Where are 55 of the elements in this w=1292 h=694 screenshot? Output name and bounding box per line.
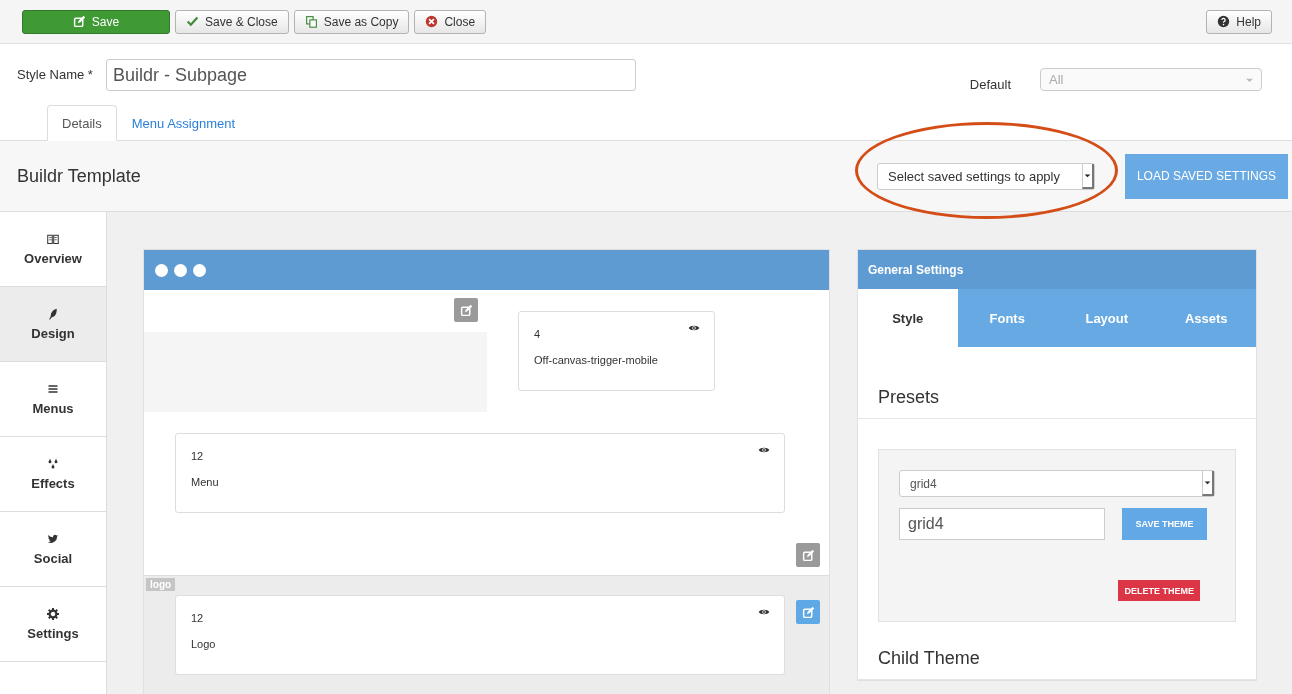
bird-icon [47,532,59,545]
toolbar-button[interactable]: Save & Close [175,9,289,34]
tab[interactable]: Menu Assignment [116,105,251,141]
field-label: Style Name * [17,67,94,82]
caret-icon [1203,478,1212,487]
sidebar-item[interactable]: Social [0,512,106,587]
settings-icon [47,607,59,620]
module-card[interactable]: 4 Off-canvas-trigger-mobile [518,311,715,391]
edit-button[interactable] [796,543,820,567]
sidebar-item[interactable]: Menus [0,362,106,437]
copy-icon [304,15,318,28]
toolbar-button[interactable]: Save as Copy [293,9,410,34]
tab[interactable]: Style [858,289,958,347]
help-button[interactable]: Help [1206,9,1272,34]
style-name-field[interactable]: Buildr - Subpage [106,59,636,91]
module-card[interactable]: 12 Logo [175,595,785,675]
tab[interactable]: Details [47,105,117,141]
edit-icon [801,605,815,619]
toolbar-button[interactable]: Close [414,9,487,34]
sidebar-item[interactable]: Settings [0,587,106,662]
feather-icon [47,307,59,320]
book-icon [47,232,59,245]
edit-button[interactable] [796,600,820,624]
module-size: 12 [191,450,204,462]
edit-icon [801,548,815,562]
delete-theme-button[interactable]: DELETE THEME [1118,580,1200,601]
module-name: Menu [191,476,220,488]
menu-icon [47,382,59,395]
field-label: Default [969,77,1011,92]
preset-select[interactable]: grid4 [899,470,1215,497]
section-label: logo [146,578,176,591]
edit-button[interactable] [454,298,478,322]
check-icon [186,15,199,28]
close-icon [425,15,439,28]
module-name: Off-canvas-trigger-mobile [534,354,659,366]
window-dot [193,263,206,277]
module-card[interactable]: 12 Menu [175,433,785,513]
help-icon [1217,15,1231,28]
saved-settings-select[interactable]: Select saved settings to apply [877,162,1095,190]
module-name: Logo [191,638,217,650]
sidebar-item[interactable]: Effects [0,437,106,512]
module-size: 12 [191,612,204,624]
section-title: Presets [858,347,1256,419]
drops-icon [47,457,59,470]
toolbar-button[interactable]: Save [22,9,170,34]
window-dot [155,263,168,277]
section-title: Child Theme [858,622,1256,680]
module-size: 4 [534,328,541,340]
sidebar-item[interactable]: Design [0,287,106,362]
window-dot [174,263,187,277]
theme-name-field[interactable]: grid4 [899,508,1105,540]
panel-title: General Settings [858,250,1256,289]
page-title: Buildr Template [17,165,141,187]
edit-icon [459,303,473,317]
edit-icon [72,15,86,28]
